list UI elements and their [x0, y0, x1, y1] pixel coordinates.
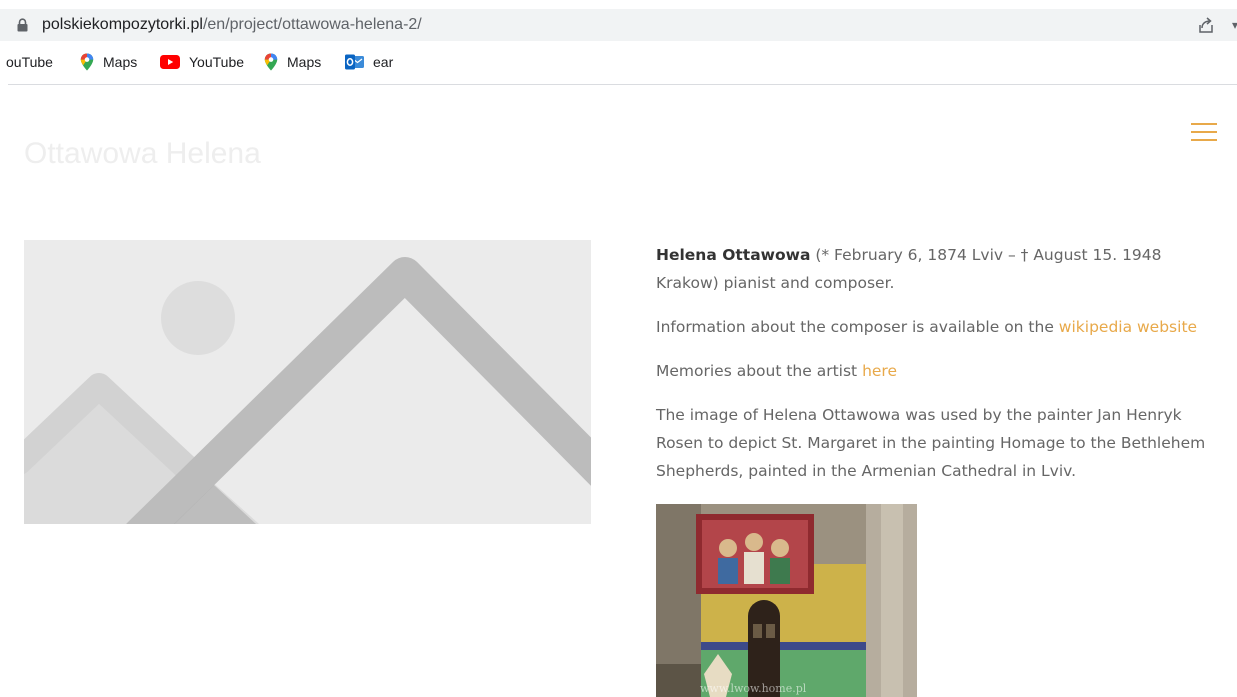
maps-pin-icon	[80, 53, 94, 71]
bookmark-youtube-2[interactable]: YouTube	[160, 53, 244, 71]
bookmark-label: ear	[373, 54, 394, 70]
maps-pin-icon	[264, 53, 278, 71]
bookmarks-bar: ouTube Maps YouTube Maps ear	[0, 48, 1237, 78]
bio-content: Helena Ottawowa (* February 6, 1874 Lviv…	[656, 241, 1226, 501]
wikipedia-link[interactable]: wikipedia website	[1059, 318, 1197, 336]
chevron-down-icon[interactable]: ▾	[1232, 18, 1237, 32]
bookmark-label: YouTube	[189, 54, 245, 70]
url-text[interactable]: polskiekompozytorki.pl/en/project/ottawo…	[42, 16, 422, 34]
cathedral-photo: www.lwow.home.pl	[656, 504, 917, 697]
image-placeholder	[24, 240, 591, 524]
lock-icon[interactable]	[17, 18, 28, 32]
bookmark-label: Maps	[287, 54, 322, 70]
page-title: Ottawowa Helena	[24, 137, 261, 170]
photo-watermark: www.lwow.home.pl	[700, 682, 807, 695]
memories-link[interactable]: here	[862, 362, 897, 380]
bookmark-maps-1[interactable]: Maps	[80, 53, 137, 71]
youtube-icon	[160, 55, 180, 69]
cathedral-photo-image	[656, 504, 917, 697]
info-paragraph: Information about the composer is availa…	[656, 313, 1226, 341]
memories-paragraph: Memories about the artist here	[656, 357, 1226, 385]
image-placeholder-icon	[24, 240, 591, 524]
url-path: /en/project/ottawowa-helena-2/	[202, 16, 422, 33]
info-text: Information about the composer is availa…	[656, 318, 1059, 336]
url-host: polskiekompozytorki.pl	[42, 16, 203, 33]
bookmark-label: Maps	[103, 54, 138, 70]
toolbar-divider	[8, 84, 1237, 85]
address-bar[interactable]: polskiekompozytorki.pl/en/project/ottawo…	[0, 9, 1237, 41]
composer-name: Helena Ottawowa	[656, 246, 811, 264]
hamburger-menu-icon[interactable]	[1191, 123, 1217, 141]
painting-paragraph: The image of Helena Ottawowa was used by…	[656, 406, 1206, 480]
memories-text: Memories about the artist	[656, 362, 863, 380]
bio-paragraph: Helena Ottawowa (* February 6, 1874 Lviv…	[656, 241, 1226, 297]
share-icon[interactable]	[1196, 16, 1216, 36]
bookmark-maps-2[interactable]: Maps	[264, 53, 321, 71]
bookmark-label: ouTube	[6, 54, 53, 70]
bookmark-outlook[interactable]: ear	[345, 53, 393, 71]
outlook-icon	[345, 54, 364, 70]
bookmark-youtube-1[interactable]: ouTube	[6, 53, 53, 71]
